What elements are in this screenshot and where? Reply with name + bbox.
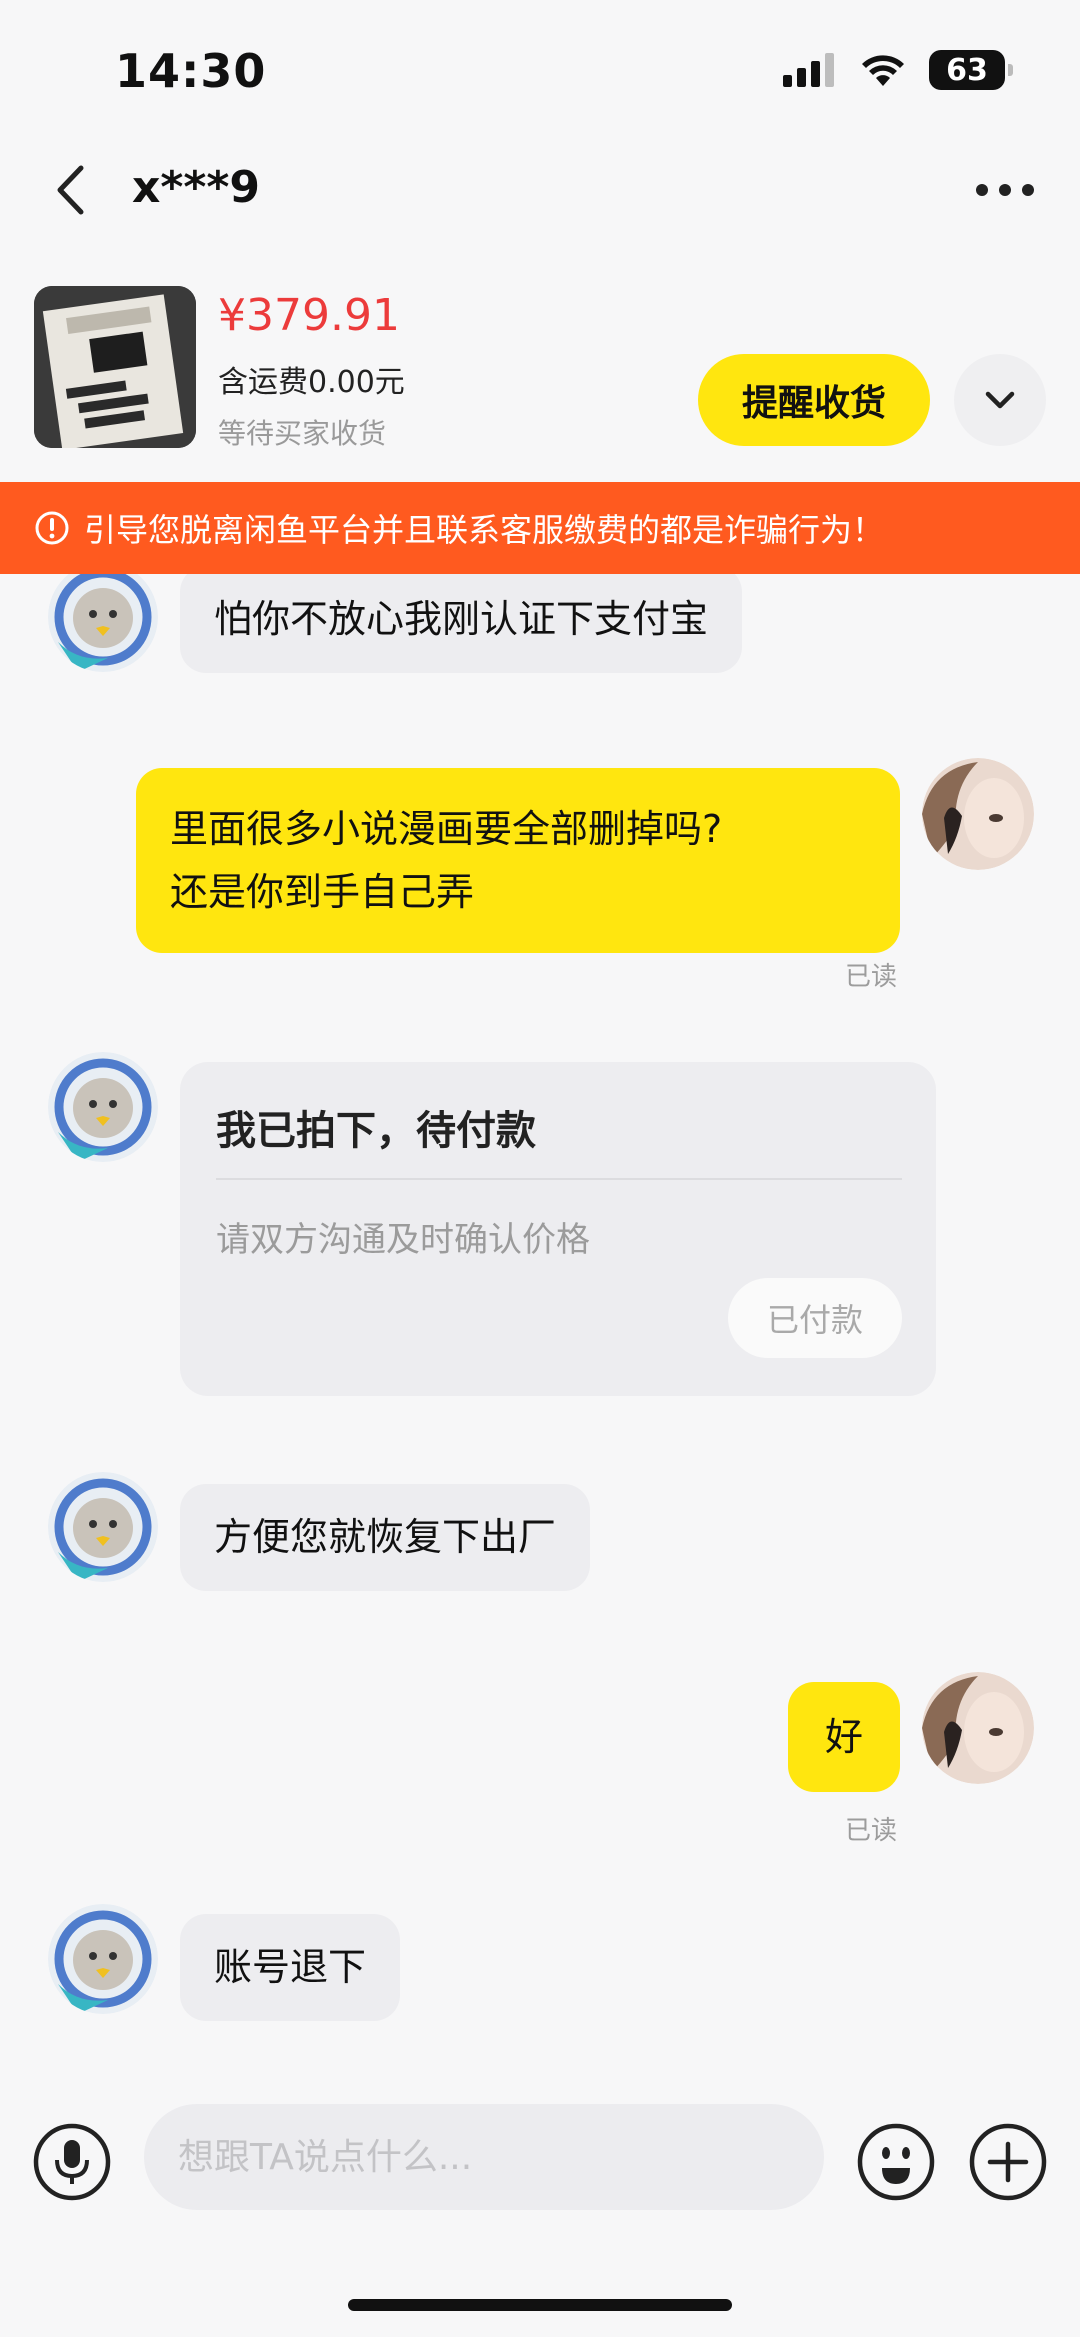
- emoji-button[interactable]: [856, 2122, 936, 2202]
- message-bubble: 好: [788, 1682, 900, 1792]
- read-receipt: 已读: [845, 962, 898, 992]
- divider: [216, 1178, 902, 1180]
- shipping-fee: 含运费0.00元: [218, 365, 405, 400]
- back-icon: [57, 165, 84, 215]
- microphone-icon: [33, 2123, 111, 2201]
- seller-avatar[interactable]: [48, 574, 158, 672]
- back-button[interactable]: [40, 160, 100, 220]
- message-input[interactable]: [144, 2104, 824, 2210]
- fraud-warning-banner: 引导您脱离闲鱼平台并且联系客服缴费的都是诈骗行为！: [0, 482, 1080, 574]
- seller-avatar[interactable]: [48, 1904, 158, 2014]
- warning-icon: [34, 510, 70, 546]
- battery-icon: 63: [929, 50, 1013, 90]
- wifi-icon: [862, 55, 904, 86]
- expand-button[interactable]: [954, 354, 1046, 446]
- remind-receipt-button[interactable]: 提醒收货: [698, 354, 930, 446]
- paid-button[interactable]: 已付款: [728, 1278, 902, 1358]
- emoji-icon: [857, 2123, 935, 2201]
- order-card-title: 我已拍下，待付款: [216, 1108, 536, 1154]
- order-card-subtitle: 请双方沟通及时确认价格: [216, 1220, 590, 1260]
- message-bubble: 方便您就恢复下出厂: [180, 1484, 591, 1592]
- message-bubble: 里面很多小说漫画要全部删掉吗? 还是你到手自己弄: [136, 768, 900, 954]
- home-indicator[interactable]: [348, 2299, 732, 2311]
- product-image[interactable]: [34, 286, 196, 448]
- status-icons: 63: [783, 48, 1013, 92]
- product-price: ¥379.91: [218, 290, 400, 341]
- my-avatar[interactable]: [922, 758, 1034, 870]
- status-bar: 14:30 63: [0, 0, 1080, 140]
- plus-icon: [969, 2123, 1047, 2201]
- plus-button[interactable]: [968, 2122, 1048, 2202]
- message-line: 还是你到手自己弄: [170, 869, 475, 914]
- message-bubble: 账号退下: [180, 1914, 401, 2022]
- seller-avatar[interactable]: [48, 1472, 158, 1582]
- my-avatar[interactable]: [922, 1672, 1034, 1784]
- warning-text: 引导您脱离闲鱼平台并且联系客服缴费的都是诈骗行为！: [84, 511, 885, 549]
- chat-header: x***9: [0, 140, 1080, 240]
- read-receipt: 已读: [845, 1816, 898, 1846]
- more-icon: [976, 184, 1034, 196]
- order-card[interactable]: 我已拍下，待付款 请双方沟通及时确认价格 已付款: [180, 1062, 936, 1396]
- voice-button[interactable]: [32, 2122, 112, 2202]
- product-card[interactable]: ¥379.91 含运费0.00元 等待买家收货 提醒收货: [0, 272, 1080, 462]
- seller-avatar[interactable]: [48, 1052, 158, 1162]
- message-bubble: 怕你不放心我刚认证下支付宝: [180, 574, 743, 674]
- chat-title: x***9: [132, 162, 261, 213]
- more-button[interactable]: [970, 160, 1040, 220]
- signal-icon: [783, 53, 834, 87]
- chevron-down-icon: [985, 391, 1015, 409]
- input-bar: [0, 2084, 1080, 2337]
- message-line: 里面很多小说漫画要全部删掉吗?: [170, 807, 723, 851]
- order-status: 等待买家收货: [218, 417, 387, 450]
- chat-messages: 怕你不放心我刚认证下支付宝 里面很多小说漫画要全部删掉吗? 还是你到手自己弄 已…: [0, 574, 1080, 2084]
- status-time: 14:30: [115, 44, 267, 98]
